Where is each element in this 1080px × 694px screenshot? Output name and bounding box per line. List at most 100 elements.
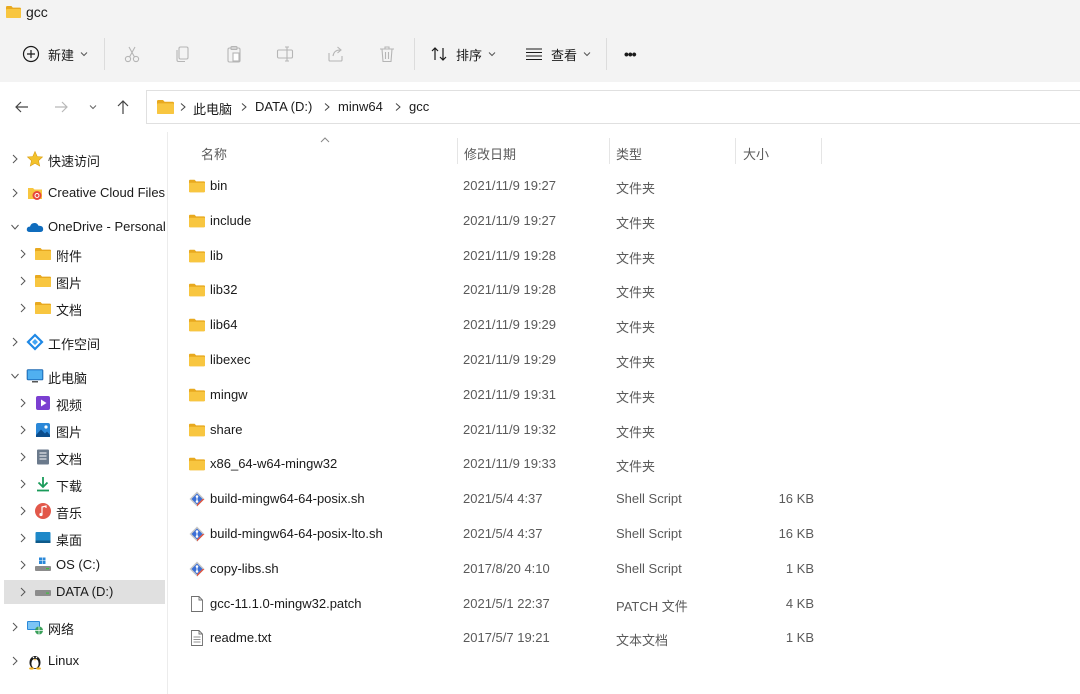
file-row[interactable]: mingw 2021/11/9 19:31 文件夹 — [182, 378, 842, 412]
file-row[interactable]: bin 2021/11/9 19:27 文件夹 — [182, 169, 842, 203]
chevron-down-icon[interactable] — [10, 370, 20, 382]
chevron-right-icon[interactable] — [10, 655, 20, 667]
column-header-name[interactable]: 名称 — [201, 144, 227, 163]
text-file-icon — [188, 629, 206, 647]
star-icon — [26, 150, 44, 167]
chevron-right-icon[interactable] — [18, 248, 28, 260]
chevron-right-icon[interactable] — [18, 532, 28, 544]
file-row[interactable]: copy-libs.sh 2017/8/20 4:10 Shell Script 1 … — [182, 552, 842, 586]
back-button[interactable] — [11, 96, 33, 118]
network-icon — [27, 621, 43, 635]
chevron-right-icon[interactable] — [18, 586, 28, 598]
git-script-icon — [188, 525, 206, 543]
file-type: Shell Script — [616, 491, 682, 507]
view-list-icon — [526, 48, 542, 61]
rename-button[interactable] — [275, 26, 295, 82]
sidebar-item-documents[interactable]: 文档 — [4, 445, 165, 469]
file-row[interactable]: build-mingw64-64-posix.sh 2021/5/4 4:37 Sh… — [182, 482, 842, 516]
sidebar-item-videos[interactable]: 视频 — [4, 391, 165, 415]
more-options-icon: ••• — [624, 46, 637, 62]
file-name: bin — [210, 178, 228, 193]
sidebar-item-this-pc[interactable]: 此电脑 — [4, 364, 165, 388]
sidebar-item-label: OS (C:) — [56, 557, 101, 572]
sidebar-item-label: DATA (D:) — [56, 584, 114, 599]
sidebar-item-label: 视频 — [56, 398, 83, 413]
chevron-right-icon[interactable] — [18, 478, 28, 490]
sort-button[interactable]: 排序 — [430, 26, 496, 82]
column-header-date[interactable]: 修改日期 — [464, 144, 516, 163]
file-size: 16 KB — [778, 491, 814, 507]
file-row[interactable]: build-mingw64-64-posix-lto.sh 2021/5/4 4:… — [182, 517, 842, 551]
file-row[interactable]: readme.txt 2017/5/7 19:21 文本文档 1 KB — [182, 621, 842, 655]
sidebar-item-linux[interactable]: Linux — [4, 649, 165, 673]
chevron-right-icon[interactable] — [18, 424, 28, 436]
toolbar-divider — [414, 38, 415, 70]
music-icon — [35, 503, 51, 519]
chevron-right-icon[interactable] — [18, 451, 28, 463]
file-row[interactable]: lib64 2021/11/9 19:29 文件夹 — [182, 308, 842, 342]
sidebar-item-creative-cloud[interactable]: Creative Cloud Files — [4, 181, 165, 205]
sidebar-item-desktop[interactable]: 桌面 — [4, 526, 165, 550]
sidebar-item-data-d[interactable]: DATA (D:) — [4, 580, 165, 604]
share-button[interactable] — [326, 26, 346, 82]
breadcrumb-this-pc[interactable]: 此电脑 — [193, 99, 232, 118]
column-header-type[interactable]: 类型 — [616, 144, 642, 163]
file-row[interactable]: include 2021/11/9 19:27 文件夹 — [182, 204, 842, 238]
file-size: 1 KB — [785, 630, 814, 646]
sort-icon — [431, 47, 447, 61]
breadcrumb-minw64[interactable]: minw64 — [338, 99, 383, 114]
delete-button[interactable] — [377, 26, 397, 82]
chevron-right-icon[interactable] — [18, 505, 28, 517]
sidebar-item-music[interactable]: 音乐 — [4, 499, 165, 523]
sidebar-item-quick-access[interactable]: 快速访问 — [4, 147, 165, 171]
sidebar-item-onedrive-documents[interactable]: 文档 — [4, 296, 165, 320]
paste-icon — [227, 45, 241, 63]
file-row[interactable]: lib32 2021/11/9 19:28 文件夹 — [182, 273, 842, 307]
chevron-right-icon[interactable] — [18, 397, 28, 409]
copy-button[interactable] — [173, 26, 193, 82]
view-button[interactable]: 查看 — [525, 26, 591, 82]
arrow-right-icon — [55, 101, 68, 113]
recent-locations-button[interactable] — [82, 96, 104, 118]
sidebar-item-onedrive[interactable]: OneDrive - Personal — [4, 215, 165, 239]
file-row[interactable]: lib 2021/11/9 19:28 文件夹 — [182, 239, 842, 273]
column-divider[interactable] — [457, 138, 458, 164]
sidebar-item-pictures[interactable]: 图片 — [4, 418, 165, 442]
file-row[interactable]: libexec 2021/11/9 19:29 文件夹 — [182, 343, 842, 377]
address-bar[interactable]: 此电脑 DATA (D:) minw64 gcc — [146, 90, 1080, 124]
sidebar-item-label: 此电脑 — [48, 371, 88, 386]
file-row[interactable]: x86_64-w64-mingw32 2021/11/9 19:33 文件夹 — [182, 447, 842, 481]
chevron-right-icon[interactable] — [10, 187, 20, 199]
sidebar-item-os-c[interactable]: OS (C:) — [4, 553, 165, 577]
chevron-down-icon[interactable] — [10, 221, 20, 233]
desktop-icon — [35, 532, 51, 543]
file-row[interactable]: share 2021/11/9 19:32 文件夹 — [182, 413, 842, 447]
breadcrumb-gcc[interactable]: gcc — [409, 99, 429, 114]
chevron-right-icon[interactable] — [10, 621, 20, 633]
chevron-right-icon[interactable] — [10, 153, 20, 165]
column-divider[interactable] — [609, 138, 610, 164]
chevron-right-icon[interactable] — [18, 559, 28, 571]
chevron-right-icon[interactable] — [10, 336, 20, 348]
column-header-size[interactable]: 大小 — [743, 144, 769, 163]
sidebar-item-workspace[interactable]: 工作空间 — [4, 330, 165, 354]
cut-button[interactable] — [122, 26, 142, 82]
paste-button[interactable] — [224, 26, 244, 82]
breadcrumb-data-drive[interactable]: DATA (D:) — [255, 99, 312, 114]
column-divider[interactable] — [821, 138, 822, 164]
more-options-button[interactable]: ••• — [624, 26, 637, 82]
sidebar-item-onedrive-pictures[interactable]: 图片 — [4, 269, 165, 293]
new-button[interactable]: 新建 — [22, 26, 88, 82]
sidebar-item-network[interactable]: 网络 — [4, 615, 165, 639]
forward-button[interactable] — [50, 96, 72, 118]
chevron-down-icon — [583, 52, 591, 57]
navigation-pane: 快速访问 Creative Cloud Files OneDrive - Per… — [0, 132, 168, 694]
chevron-right-icon[interactable] — [18, 302, 28, 314]
file-type: 文件夹 — [616, 355, 656, 370]
sidebar-item-downloads[interactable]: 下载 — [4, 472, 165, 496]
column-divider[interactable] — [735, 138, 736, 164]
sidebar-item-attachments[interactable]: 附件 — [4, 242, 165, 266]
up-button[interactable] — [112, 96, 134, 118]
chevron-right-icon[interactable] — [18, 275, 28, 287]
file-row[interactable]: gcc-11.1.0-mingw32.patch 2021/5/1 22:37 PA… — [182, 587, 842, 621]
